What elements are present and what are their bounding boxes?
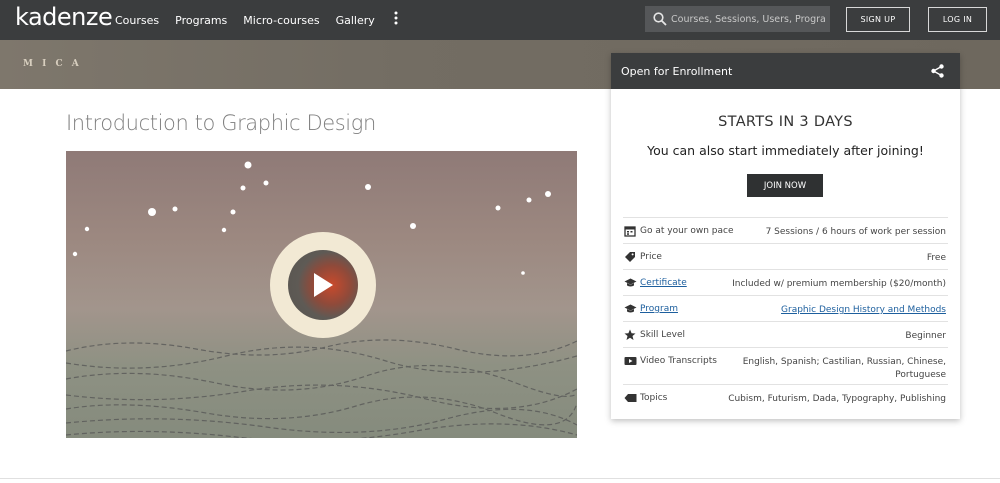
start-immediately-text: You can also start immediately after joi… <box>647 143 924 158</box>
join-now-button[interactable]: JOIN NOW <box>747 174 823 197</box>
share-icon[interactable] <box>931 64 944 81</box>
nav-link-courses[interactable]: Courses <box>115 14 159 27</box>
nav-links: Courses Programs Micro-courses Gallery <box>115 0 399 40</box>
program-link[interactable]: Program <box>640 304 678 314</box>
search-box <box>645 6 830 32</box>
nav-link-programs[interactable]: Programs <box>175 14 227 27</box>
nav-link-micro-courses[interactable]: Micro-courses <box>243 14 319 27</box>
certificate-link[interactable]: Certificate <box>640 278 687 288</box>
enrollment-card: Open for Enrollment STARTS IN 3 DAYS You… <box>611 53 960 419</box>
program-name-link[interactable]: Graphic Design History and Methods <box>781 304 946 317</box>
graduation-cap-icon <box>624 303 637 315</box>
detail-value-line: English, Spanish; Castilian, Russian, Ch… <box>742 357 946 367</box>
calendar-icon <box>624 225 636 237</box>
detail-label: Skill Level <box>640 330 686 340</box>
sign-up-button[interactable]: SIGN UP <box>846 7 910 32</box>
detail-value: Included w/ premium membership ($20/mont… <box>732 279 946 289</box>
institution-logo[interactable]: M I C A <box>23 59 82 69</box>
detail-label: Go at your own pace <box>640 226 734 236</box>
play-icon-circle <box>288 250 358 320</box>
detail-row-pace: Go at your own pace 7 Sessions / 6 hours… <box>623 217 948 243</box>
nav-link-gallery[interactable]: Gallery <box>336 14 375 27</box>
kadenze-logo[interactable]: kadenze <box>15 3 113 31</box>
detail-value: 7 Sessions / 6 hours of work per session <box>765 227 946 237</box>
video-icon <box>624 355 637 367</box>
enrollment-card-header: Open for Enrollment <box>611 53 960 89</box>
detail-row-program: Program Graphic Design History and Metho… <box>623 295 948 321</box>
detail-row-topics: Topics Cubism, Futurism, Dada, Typograph… <box>623 384 948 410</box>
label-tag-icon <box>624 392 637 404</box>
detail-row-certificate: Certificate Included w/ premium membersh… <box>623 269 948 295</box>
star-icon <box>624 329 636 341</box>
play-icon <box>314 273 333 297</box>
detail-row-video-transcripts: Video Transcripts English, Spanish; Cast… <box>623 347 948 384</box>
top-navbar: kadenze Courses Programs Micro-courses G… <box>0 0 1000 40</box>
search-input[interactable] <box>671 13 826 25</box>
vertical-dots-icon[interactable] <box>393 11 399 30</box>
detail-row-skill-level: Skill Level Beginner <box>623 321 948 347</box>
detail-label: Topics <box>640 393 668 403</box>
detail-row-price: Price Free <box>623 243 948 269</box>
detail-value: Cubism, Futurism, Dada, Typography, Publ… <box>728 394 946 404</box>
detail-value-multiline: English, Spanish; Castilian, Russian, Ch… <box>743 356 946 382</box>
enrollment-status: Open for Enrollment <box>621 64 733 78</box>
search-icon[interactable] <box>649 6 671 32</box>
page-divider <box>0 478 1000 479</box>
detail-value: Beginner <box>905 331 946 341</box>
detail-label: Price <box>640 252 662 262</box>
log-in-button[interactable]: LOG IN <box>928 7 987 32</box>
start-date-heading: STARTS IN 3 DAYS <box>718 114 853 130</box>
detail-value-line: Portuguese <box>895 370 946 380</box>
course-title: Introduction to Graphic Design <box>66 111 376 135</box>
play-button[interactable] <box>270 232 376 338</box>
graduation-cap-icon <box>624 277 637 289</box>
course-details: Go at your own pace 7 Sessions / 6 hours… <box>623 217 948 410</box>
tag-icon <box>624 251 636 263</box>
detail-label: Video Transcripts <box>640 356 717 366</box>
detail-value: Free <box>926 253 946 263</box>
